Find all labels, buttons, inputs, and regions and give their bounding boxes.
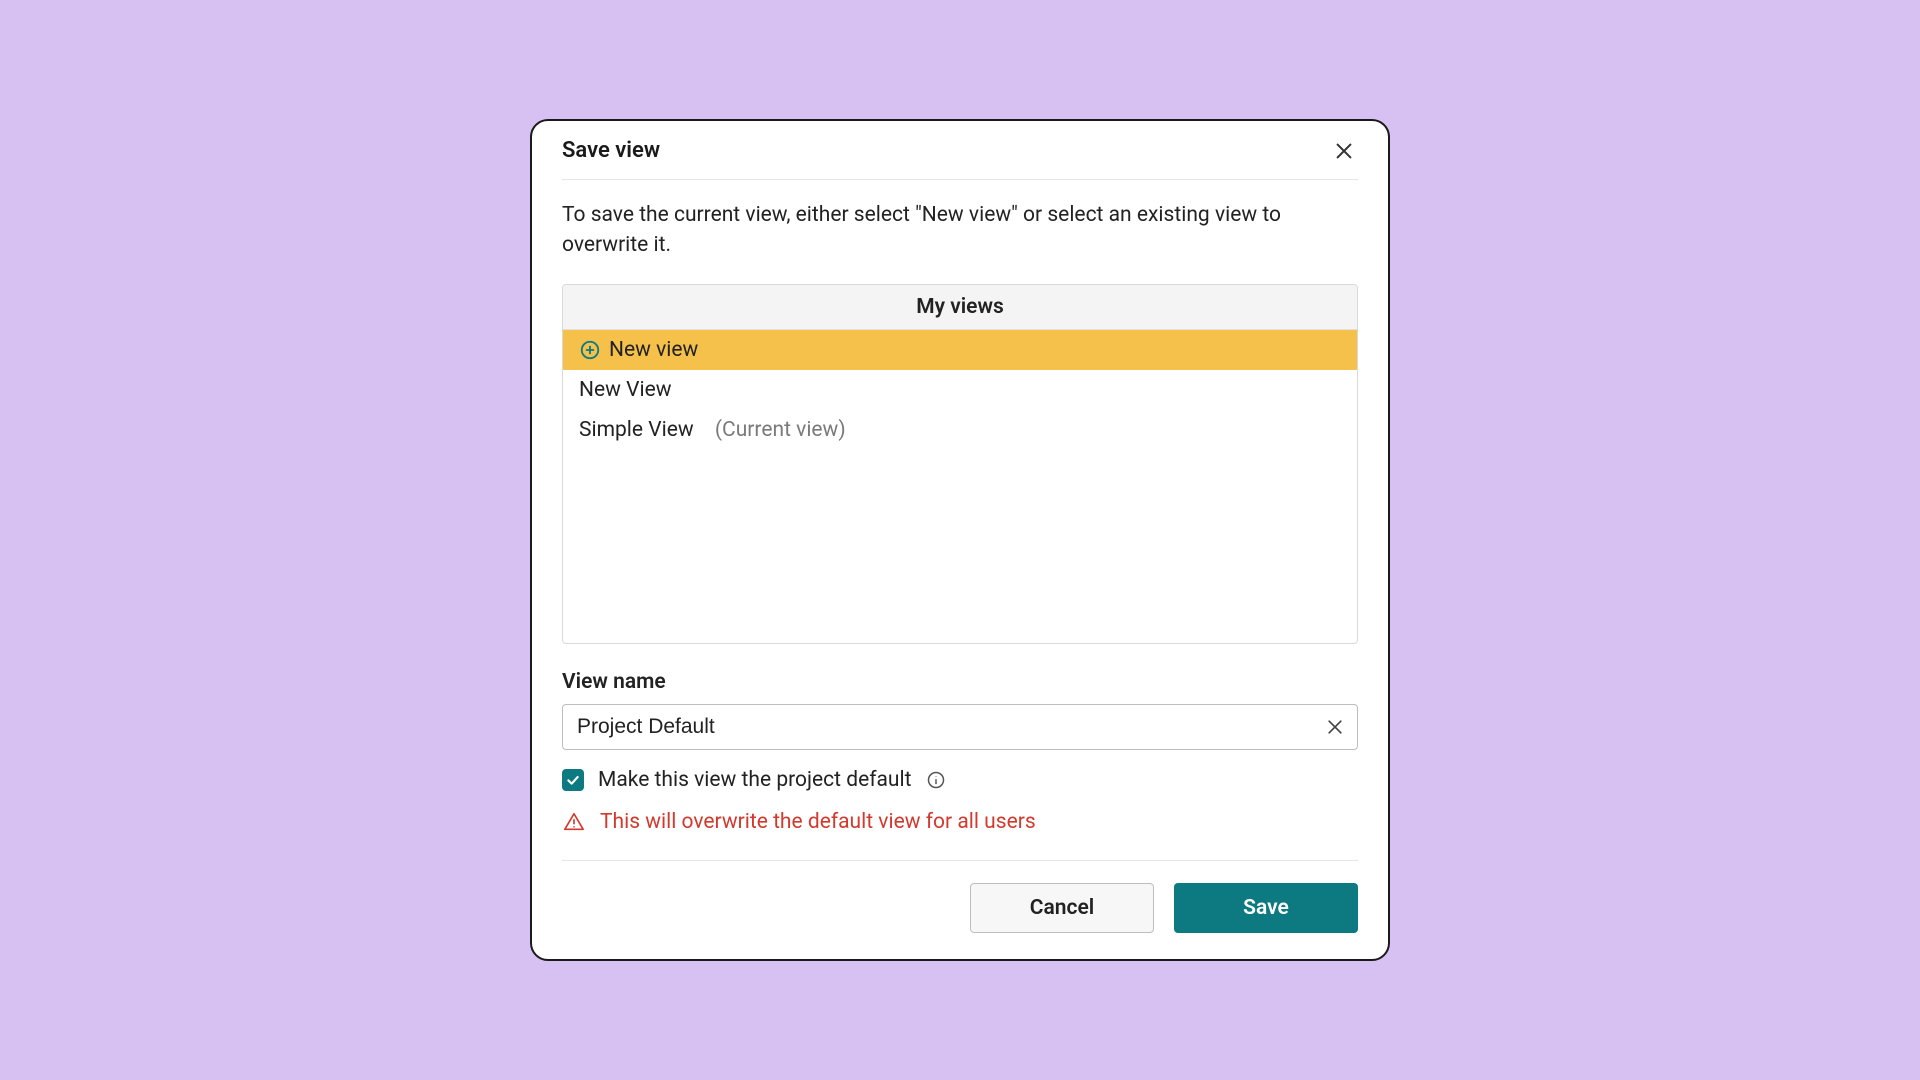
default-checkbox-row: Make this view the project default [562, 768, 1358, 792]
dialog-header: Save view [532, 121, 1388, 179]
warning-text: This will overwrite the default view for… [600, 810, 1036, 834]
plus-circle-icon [579, 339, 601, 361]
dialog-title: Save view [562, 138, 660, 163]
info-icon [926, 770, 946, 790]
view-name-input[interactable] [562, 704, 1358, 750]
warning-icon [562, 810, 586, 834]
info-button[interactable] [925, 769, 947, 791]
current-view-suffix: (Current view) [715, 418, 846, 442]
warning-row: This will overwrite the default view for… [562, 810, 1358, 852]
views-panel-header: My views [563, 285, 1357, 330]
dialog-body: To save the current view, either select … [532, 180, 1388, 861]
default-checkbox[interactable] [562, 769, 584, 791]
view-item[interactable]: Simple View (Current view) [563, 410, 1357, 450]
save-button[interactable]: Save [1174, 883, 1358, 933]
close-icon [1325, 717, 1345, 737]
dialog-footer: Cancel Save [532, 861, 1388, 959]
view-name-input-wrap [562, 704, 1358, 750]
close-icon [1333, 140, 1355, 162]
views-list: New view New View Simple View (Current v… [563, 330, 1357, 643]
default-checkbox-label: Make this view the project default [598, 768, 911, 792]
view-item-label: New View [579, 378, 672, 402]
close-button[interactable] [1330, 137, 1358, 165]
dialog-description: To save the current view, either select … [562, 180, 1358, 285]
view-item-label: New view [609, 338, 698, 362]
view-item-new[interactable]: New view [563, 330, 1357, 370]
view-item[interactable]: New View [563, 370, 1357, 410]
save-view-dialog: Save view To save the current view, eith… [530, 119, 1390, 962]
view-item-label: Simple View [579, 418, 694, 442]
views-panel: My views New view New View Simple View (… [562, 284, 1358, 644]
view-name-label: View name [562, 670, 1358, 694]
check-icon [565, 772, 581, 788]
cancel-button[interactable]: Cancel [970, 883, 1154, 933]
clear-input-button[interactable] [1322, 714, 1348, 740]
